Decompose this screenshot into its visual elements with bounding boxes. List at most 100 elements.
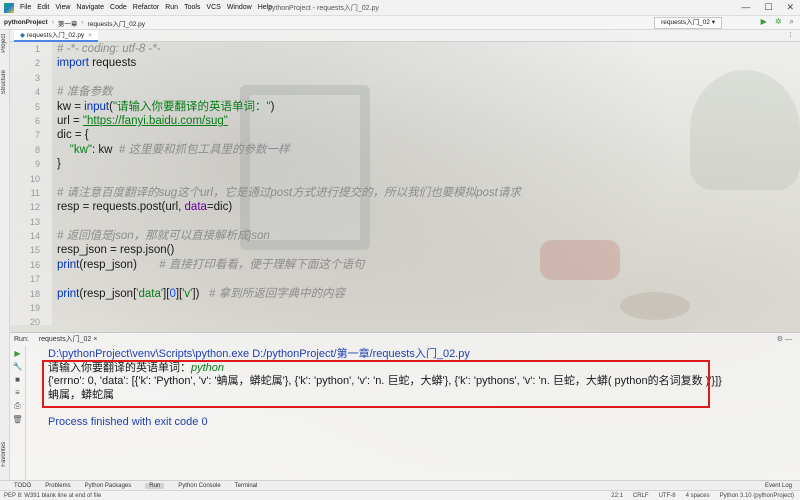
line-separator[interactable]: CRLF xyxy=(633,491,649,500)
menu-navigate[interactable]: Navigate xyxy=(76,4,104,11)
soft-wrap-icon[interactable]: ≡ xyxy=(15,388,20,397)
code-token: ) xyxy=(270,100,275,113)
tool-window-python-console[interactable]: Python Console xyxy=(178,483,220,489)
code-token: # 请注意百度翻译的sug这个url，它是通过post方式进行提交的，所以我们也… xyxy=(57,186,521,199)
code-line: "kw": kw # 这里要和抓包工具里的参数一样 xyxy=(57,143,797,157)
line-number: 12 xyxy=(29,202,40,213)
line-number: 7 xyxy=(34,130,40,141)
tab-close-icon[interactable]: × xyxy=(88,32,92,39)
tool-tab-structure[interactable]: Structure xyxy=(1,70,7,94)
code-token: resp_json = resp.json() xyxy=(57,244,175,257)
run-configuration-dropdown[interactable]: requests入门_02 ▾ xyxy=(654,17,722,29)
print-icon[interactable]: ⎙ xyxy=(14,401,20,411)
code-editor[interactable]: # -*- coding: utf-8 -*- import requests # … xyxy=(57,42,797,325)
navigation-bar: pythonProject › 第一章 › requests入门_02.py r… xyxy=(0,16,800,30)
breadcrumb-file[interactable]: requests入门_02.py xyxy=(88,18,145,28)
caret-position[interactable]: 22:1 xyxy=(611,491,623,500)
code-token: # -*- coding: utf-8 -*- xyxy=(57,43,161,55)
code-token: (resp_json[ xyxy=(79,287,137,300)
code-line: # -*- coding: utf-8 -*- xyxy=(57,42,797,56)
window-controls: — ☐ ✕ xyxy=(741,2,794,13)
line-number: 17 xyxy=(29,274,40,285)
editor-tab-active[interactable]: ◆ requests入门_02.py × xyxy=(14,30,99,42)
search-icon[interactable]: ⌕ xyxy=(790,17,794,27)
rerun-icon[interactable]: ▶ xyxy=(14,349,20,358)
maximize-icon[interactable]: ☐ xyxy=(764,2,772,13)
line-number: 8 xyxy=(34,144,40,155)
pycharm-logo-icon xyxy=(4,2,14,13)
line-number: 13 xyxy=(29,216,40,227)
code-token: resp = requests.post(url, xyxy=(57,201,185,214)
left-tool-strip: Project Structure Favorites xyxy=(0,30,10,482)
editor-tab-bar: ◆ requests入门_02.py × ⋮ xyxy=(10,30,800,42)
code-line: kw = input("请输入你要翻译的英语单词：") xyxy=(57,100,797,114)
code-token: requests xyxy=(92,57,137,70)
code-token: input xyxy=(84,100,110,113)
breadcrumb-folder[interactable]: 第一章 xyxy=(58,18,78,28)
run-tool-window: Run: requests入门_02 × ⚙ — ▶ 🔧 ■ ≡ ⎙ 🗑 D:\… xyxy=(10,332,800,481)
wrench-icon[interactable]: 🔧 xyxy=(13,362,23,371)
code-token: import xyxy=(57,57,93,70)
editor-tab-label: requests入门_02.py xyxy=(26,32,85,39)
delete-icon[interactable]: 🗑 xyxy=(12,415,22,424)
python-interpreter[interactable]: Python 3.10 (pythonProject) xyxy=(720,491,794,500)
navbar-actions: ▶ ✲ ⌕ xyxy=(761,17,794,27)
menu-tools[interactable]: Tools xyxy=(184,4,200,11)
run-panel-toolbar: ▶ 🔧 ■ ≡ ⎙ 🗑 xyxy=(10,346,26,481)
code-line: print(resp_json['data'][0]['v']) # 拿到所返回… xyxy=(57,287,797,301)
code-token: ]) xyxy=(192,287,210,300)
code-line: # 准备参数 xyxy=(57,85,797,99)
menu-vcs[interactable]: VCS xyxy=(206,4,220,11)
window-title: pythonProject - requests入门_02.py xyxy=(268,4,379,12)
indent-setting[interactable]: 4 spaces xyxy=(686,491,710,500)
line-number: 11 xyxy=(30,187,40,198)
menu-window[interactable]: Window xyxy=(227,4,252,11)
console-value-line: 蚺属，蟒蛇属 xyxy=(48,388,114,401)
status-widgets: 22:1 CRLF UTF-8 4 spaces Python 3.10 (py… xyxy=(611,491,794,500)
run-panel-label: Run: xyxy=(14,336,29,343)
tool-window-todo[interactable]: TODO xyxy=(14,483,31,489)
line-number: 5 xyxy=(34,101,40,112)
menu-refactor[interactable]: Refactor xyxy=(133,4,159,11)
breadcrumb-separator-icon: › xyxy=(81,19,84,26)
code-token: # 拿到所返回字典中的内容 xyxy=(209,287,346,300)
tool-window-terminal[interactable]: Terminal xyxy=(235,483,258,489)
tool-window-python-packages[interactable]: Python Packages xyxy=(85,483,132,489)
console-output[interactable]: D:\pythonProject\venv\Scripts\python.exe… xyxy=(48,348,796,478)
tool-tab-project[interactable]: Project xyxy=(1,34,7,53)
code-token: dic = { xyxy=(57,129,89,142)
minimize-icon[interactable]: — xyxy=(741,2,750,13)
menu-file[interactable]: File xyxy=(20,4,31,11)
breadcrumb-separator-icon: › xyxy=(51,19,54,26)
stop-icon[interactable]: ■ xyxy=(15,375,20,384)
file-encoding[interactable]: UTF-8 xyxy=(659,491,676,500)
run-tab[interactable]: requests入门_02 × xyxy=(39,336,98,343)
breadcrumb-project[interactable]: pythonProject xyxy=(4,19,48,26)
line-number: 3 xyxy=(34,72,40,83)
code-line: # 请注意百度翻译的sug这个url，它是通过post方式进行提交的，所以我们也… xyxy=(57,186,797,200)
console-user-input: python xyxy=(191,361,225,374)
close-icon[interactable]: ✕ xyxy=(786,2,794,13)
debug-icon[interactable]: ✲ xyxy=(775,17,782,27)
code-line: # 返回值是json，那就可以直接解析成json xyxy=(57,229,797,243)
code-token: 'v' xyxy=(182,287,193,300)
python-file-icon: ◆ xyxy=(20,32,27,39)
menu-view[interactable]: View xyxy=(55,4,70,11)
run-panel-settings-icon[interactable]: ⚙ — xyxy=(777,333,792,346)
tool-window-problems[interactable]: Problems xyxy=(45,483,70,489)
tool-tab-favorites[interactable]: Favorites xyxy=(1,442,7,467)
menu-edit[interactable]: Edit xyxy=(37,4,49,11)
tool-window-run[interactable]: Run xyxy=(145,482,165,489)
code-token: url = xyxy=(57,114,83,127)
console-prompt-line: 请输入你要翻译的英语单词：python xyxy=(48,362,796,376)
editor-tab-menu-icon[interactable]: ⋮ xyxy=(787,30,794,42)
line-number: 10 xyxy=(29,173,40,184)
code-line: print(resp_json) # 直接打印看看，便于理解下面这个语句 xyxy=(57,258,797,272)
menu-run[interactable]: Run xyxy=(165,4,178,11)
menu-code[interactable]: Code xyxy=(110,4,127,11)
run-icon[interactable]: ▶ xyxy=(761,17,767,27)
console-prompt-text: 请输入你要翻译的英语单词： xyxy=(48,361,191,374)
